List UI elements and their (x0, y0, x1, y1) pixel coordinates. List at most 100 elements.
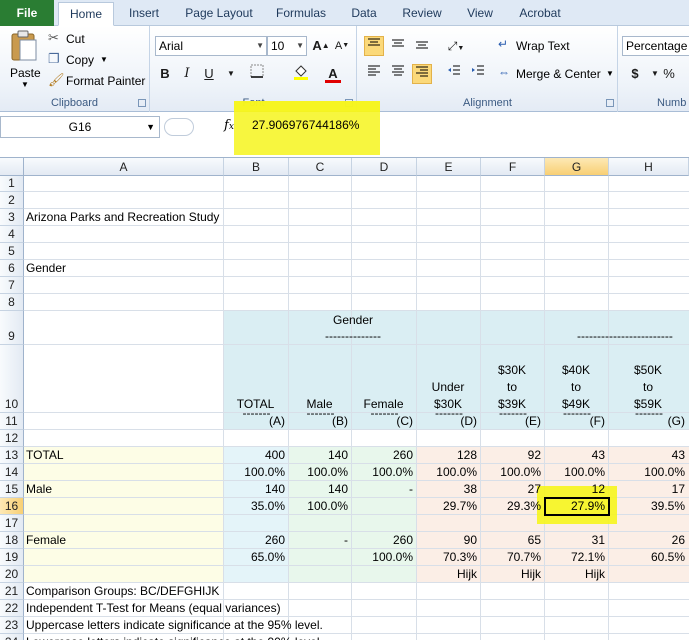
cell-g19[interactable]: 72.1% (547, 550, 605, 565)
align-bottom-icon[interactable] (412, 36, 432, 56)
row-header-2[interactable]: 2 (0, 192, 24, 209)
align-center-icon[interactable] (388, 64, 408, 84)
dialog-launcher-icon[interactable] (138, 99, 146, 107)
cell-g14[interactable]: 100.0% (547, 465, 605, 480)
cell-c13[interactable]: 140 (291, 448, 348, 463)
decrease-indent-icon[interactable] (444, 64, 464, 84)
paste-button[interactable]: Paste ▼ (6, 30, 42, 90)
row-header-12[interactable]: 12 (0, 430, 24, 447)
row-header-17[interactable]: 17 (0, 515, 24, 532)
cell-d18[interactable]: 260 (354, 533, 413, 548)
column-header-a[interactable]: A (24, 158, 224, 176)
merge-center-button[interactable]: ⇔ Merge & Center ▼ (498, 64, 616, 84)
cell-b14[interactable]: 100.0% (226, 465, 285, 480)
row-header-16[interactable]: 16 (0, 498, 24, 515)
cell-h13[interactable]: 43 (611, 448, 685, 463)
percent-button[interactable]: % (659, 64, 679, 84)
increase-indent-icon[interactable] (468, 64, 488, 84)
cut-button[interactable]: ✂ Cut (48, 30, 138, 48)
cell-g18[interactable]: 31 (547, 533, 605, 548)
cell-b19[interactable]: 65.0% (226, 550, 285, 565)
cell-e14[interactable]: 100.0% (419, 465, 477, 480)
cell-d14[interactable]: 100.0% (354, 465, 413, 480)
currency-button[interactable]: $ (625, 64, 645, 84)
cell-g16[interactable]: 27.9% (547, 499, 605, 514)
italic-icon[interactable]: I (177, 64, 197, 84)
row-header-6[interactable]: 6 (0, 260, 24, 277)
cell-h15[interactable]: 17 (611, 482, 685, 497)
cell-f14[interactable]: 100.0% (483, 465, 541, 480)
column-header-h[interactable]: H (609, 158, 689, 176)
font-name-select[interactable]: Arial ▼ (155, 36, 267, 56)
tab-data[interactable]: Data (342, 2, 386, 26)
row-header-3[interactable]: 3 (0, 209, 24, 226)
wrap-text-button[interactable]: ↵ Wrap Text (498, 36, 608, 56)
column-header-g[interactable]: G (545, 158, 609, 176)
shrink-font-icon[interactable]: A▼ (332, 36, 352, 56)
cell-d15[interactable]: - (354, 482, 413, 497)
cell-f20[interactable]: Hijk (483, 567, 541, 582)
font-size-select[interactable]: 10 ▼ (267, 36, 307, 56)
column-header-c[interactable]: C (289, 158, 352, 176)
cell-c14[interactable]: 100.0% (291, 465, 348, 480)
formula-input[interactable]: 27.906976744186% (252, 118, 359, 132)
row-header-24[interactable]: 24 (0, 634, 24, 640)
bold-icon[interactable]: B (155, 64, 175, 84)
tab-home[interactable]: Home (58, 2, 114, 26)
row-header-10[interactable]: 10 (0, 345, 24, 413)
cell-b16[interactable]: 35.0% (226, 499, 285, 514)
select-all-button[interactable] (0, 158, 24, 176)
cell-g13[interactable]: 43 (547, 448, 605, 463)
cell-e20[interactable]: Hijk (419, 567, 477, 582)
row-header-5[interactable]: 5 (0, 243, 24, 260)
row-header-14[interactable]: 14 (0, 464, 24, 481)
align-right-icon[interactable] (412, 64, 432, 84)
cell-c15[interactable]: 140 (291, 482, 348, 497)
cell-e18[interactable]: 90 (419, 533, 477, 548)
cell-f19[interactable]: 70.7% (483, 550, 541, 565)
fill-color-icon[interactable] (291, 64, 311, 84)
align-top-icon[interactable] (364, 36, 384, 56)
tab-page-layout[interactable]: Page Layout (178, 2, 260, 26)
column-header-b[interactable]: B (224, 158, 289, 176)
expand-handle-icon[interactable] (164, 118, 194, 136)
cell-f18[interactable]: 65 (483, 533, 541, 548)
align-middle-icon[interactable] (388, 36, 408, 56)
row-header-13[interactable]: 13 (0, 447, 24, 464)
underline-icon[interactable]: U (199, 64, 219, 84)
insert-function-button[interactable]: fx (224, 118, 234, 133)
cell-f16[interactable]: 29.3% (483, 499, 541, 514)
cell-e15[interactable]: 38 (419, 482, 477, 497)
row-header-19[interactable]: 19 (0, 549, 24, 566)
cell-h19[interactable]: 60.5% (611, 550, 685, 565)
cell-g15[interactable]: 12 (547, 482, 605, 497)
cell-b18[interactable]: 260 (226, 533, 285, 548)
copy-button[interactable]: ❐ Copy ▼ (48, 51, 138, 69)
row-header-20[interactable]: 20 (0, 566, 24, 583)
chevron-down-icon[interactable]: ▼ (221, 64, 241, 84)
orientation-icon[interactable]: ⤢▼ (446, 36, 466, 56)
row-header-1[interactable]: 1 (0, 176, 24, 192)
row-header-4[interactable]: 4 (0, 226, 24, 243)
dialog-launcher-icon[interactable] (606, 99, 614, 107)
tab-file[interactable]: File (0, 0, 54, 26)
cell-e16[interactable]: 29.7% (419, 499, 477, 514)
row-header-7[interactable]: 7 (0, 277, 24, 294)
row-header-8[interactable]: 8 (0, 294, 24, 311)
cell-c16[interactable]: 100.0% (291, 499, 348, 514)
name-box[interactable]: G16 ▼ (0, 116, 160, 138)
cell-e13[interactable]: 128 (419, 448, 477, 463)
borders-icon[interactable] (247, 64, 267, 84)
format-painter-button[interactable]: 🖌 Format Painter (48, 72, 148, 90)
row-header-18[interactable]: 18 (0, 532, 24, 549)
cell-f13[interactable]: 92 (483, 448, 541, 463)
worksheet-grid[interactable]: ABCDEFGH 1 2 3 4 5 6 7 8 9 10 11 12 13 14 15 16 17 18 19 20… (0, 158, 689, 640)
column-header-d[interactable]: D (352, 158, 417, 176)
cell-h16[interactable]: 39.5% (611, 499, 685, 514)
cell-h14[interactable]: 100.0% (611, 465, 685, 480)
row-header-21[interactable]: 21 (0, 583, 24, 600)
tab-formulas[interactable]: Formulas (268, 2, 334, 26)
row-header-9[interactable]: 9 (0, 311, 24, 345)
row-header-15[interactable]: 15 (0, 481, 24, 498)
row-header-11[interactable]: 11 (0, 413, 24, 430)
